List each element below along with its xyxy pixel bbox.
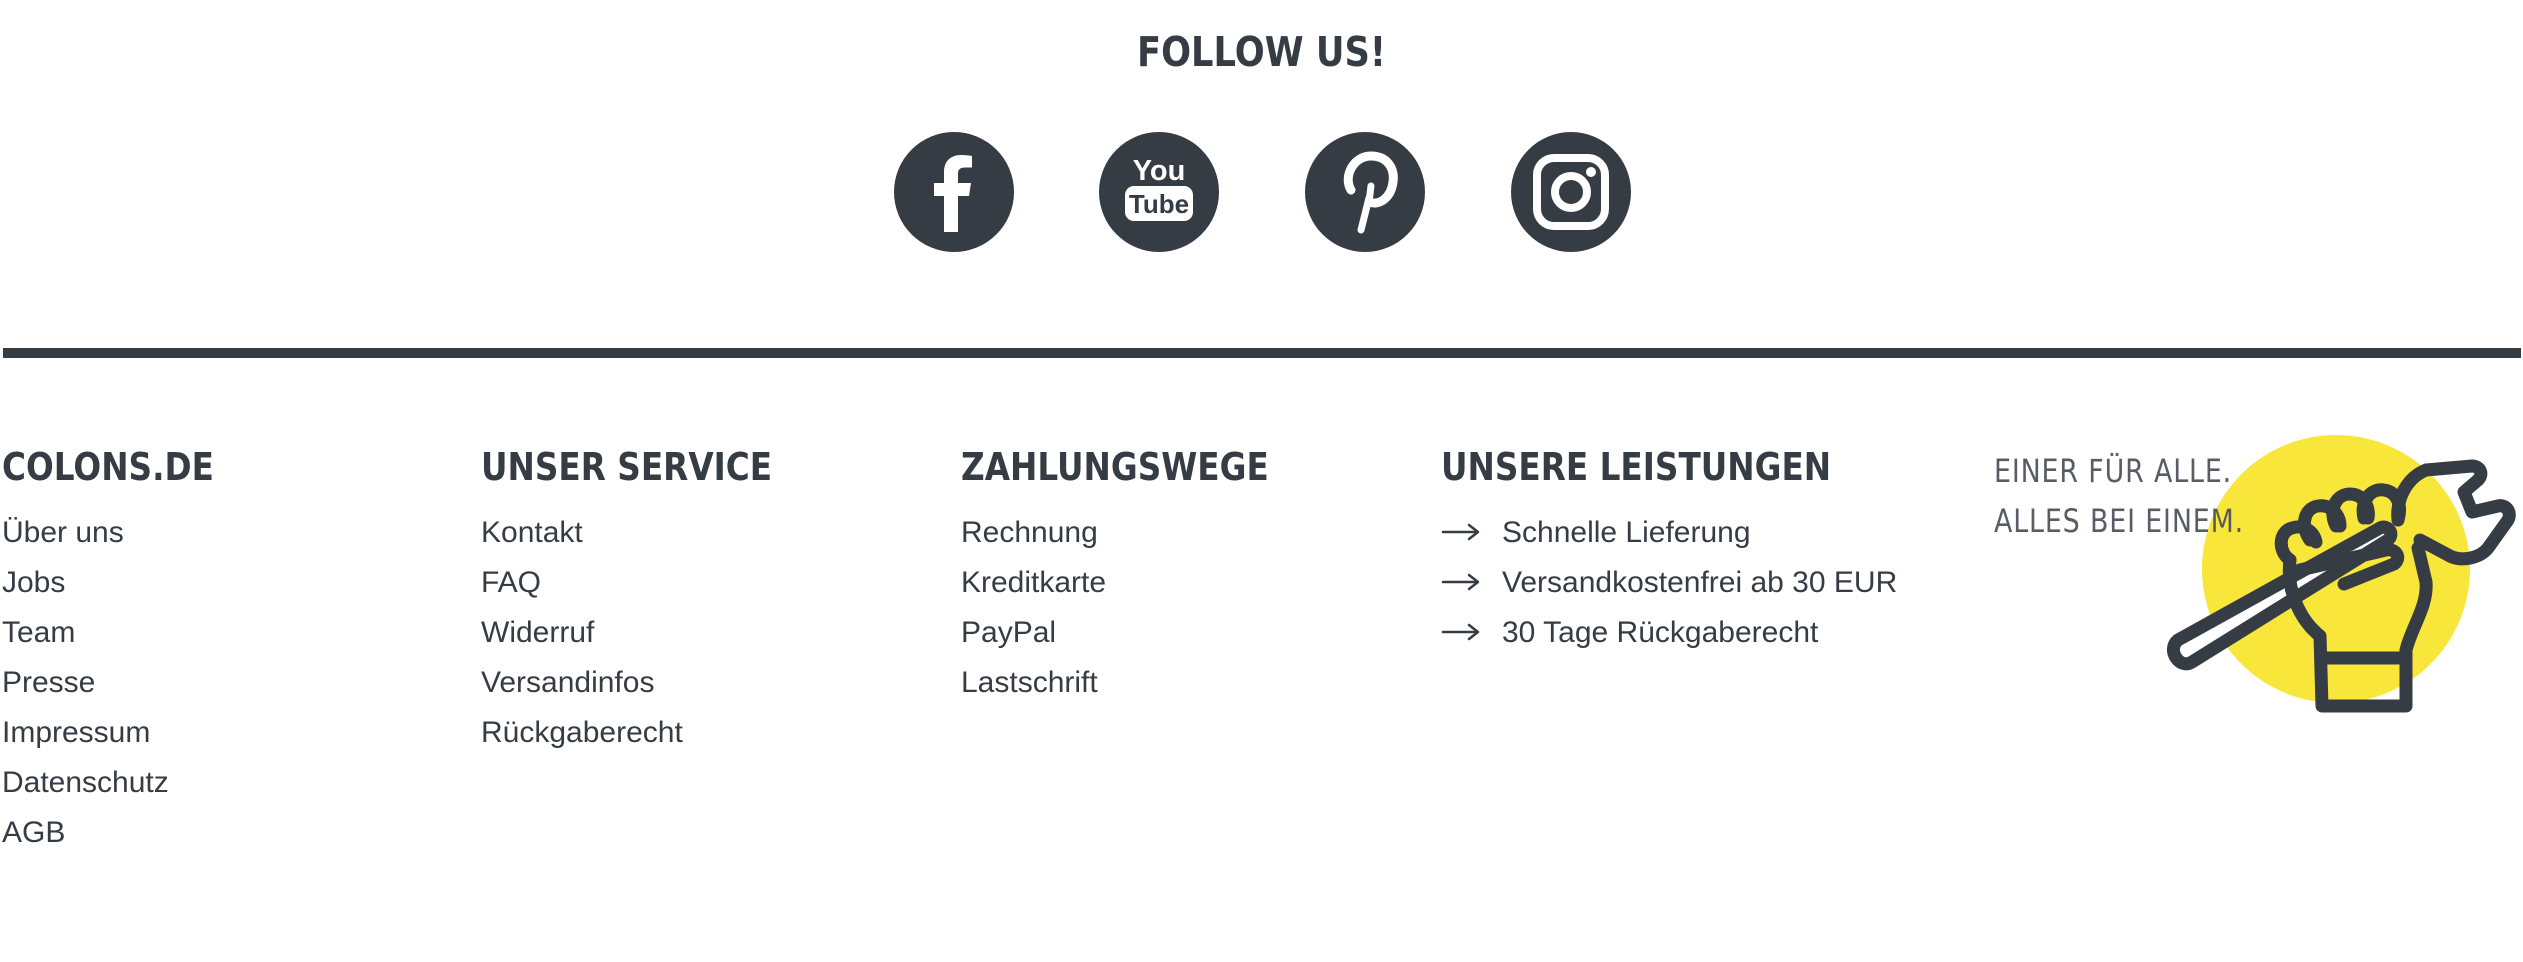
benefit-item: Schnelle Lieferung: [1441, 508, 1897, 558]
footer-link-impressum[interactable]: Impressum: [2, 708, 248, 758]
youtube-logo-you: You: [1133, 155, 1186, 187]
benefit-text: 30 Tage Rückgaberecht: [1502, 616, 1819, 649]
pinterest-link[interactable]: [1305, 132, 1425, 252]
instagram-link[interactable]: [1511, 132, 1631, 252]
footer-link-agb[interactable]: AGB: [2, 808, 248, 858]
arrow-right-icon: [1441, 622, 1481, 642]
benefit-item: 30 Tage Rückgaberecht: [1441, 608, 1897, 658]
footer-link-rueckgaberecht[interactable]: Rückgaberecht: [481, 708, 819, 758]
footer-link-widerruf[interactable]: Widerruf: [481, 608, 819, 658]
footer-link-paypal[interactable]: PayPal: [961, 608, 1319, 658]
footer-link-ueber-uns[interactable]: Über uns: [2, 508, 248, 558]
footer-link-rechnung[interactable]: Rechnung: [961, 508, 1319, 558]
youtube-link[interactable]: You Tube: [1099, 132, 1219, 252]
instagram-icon: [1533, 154, 1609, 230]
follow-us-title: FOLLOW US!: [1137, 28, 1386, 76]
footer-link-jobs[interactable]: Jobs: [2, 558, 248, 608]
facebook-icon: [934, 155, 972, 232]
benefit-text: Versandkostenfrei ab 30 EUR: [1502, 566, 1898, 599]
youtube-logo-tube: Tube: [1129, 189, 1189, 219]
slogan-line-1: EINER FÜR ALLE.: [1994, 452, 2233, 490]
footer-column-service: UNSER SERVICE Kontakt FAQ Widerruf Versa…: [481, 444, 819, 758]
footer-link-team[interactable]: Team: [2, 608, 248, 658]
arrow-right-icon: [1441, 522, 1481, 542]
arrow-right-icon: [1441, 572, 1481, 592]
footer-link-lastschrift[interactable]: Lastschrift: [961, 658, 1319, 708]
footer-column-benefits: UNSERE LEISTUNGEN Schnelle Lieferung Ver…: [1441, 444, 1897, 658]
footer-column-payment: ZAHLUNGSWEGE Rechnung Kreditkarte PayPal…: [961, 444, 1319, 708]
slogan-line-2: ALLES BEI EINEM.: [1994, 502, 2245, 540]
footer-link-kontakt[interactable]: Kontakt: [481, 508, 819, 558]
footer-column-colons: COLONS.DE Über uns Jobs Team Presse Impr…: [2, 444, 248, 858]
benefit-text: Schnelle Lieferung: [1502, 516, 1751, 549]
footer-link-kreditkarte[interactable]: Kreditkarte: [961, 558, 1319, 608]
column-heading: COLONS.DE: [2, 445, 214, 489]
footer-divider: [3, 348, 2521, 358]
slogan: EINER FÜR ALLE. ALLES BEI EINEM.: [1994, 446, 2244, 546]
facebook-link[interactable]: [894, 132, 1014, 252]
youtube-icon: You Tube: [1125, 155, 1193, 221]
pinterest-icon: [1343, 151, 1398, 234]
footer-link-faq[interactable]: FAQ: [481, 558, 819, 608]
column-heading: UNSERE LEISTUNGEN: [1441, 445, 1832, 489]
footer-link-versandinfos[interactable]: Versandinfos: [481, 658, 819, 708]
footer-link-datenschutz[interactable]: Datenschutz: [2, 758, 248, 808]
benefit-item: Versandkostenfrei ab 30 EUR: [1441, 558, 1897, 608]
column-heading: UNSER SERVICE: [481, 445, 773, 489]
column-heading: ZAHLUNGSWEGE: [961, 445, 1269, 489]
footer-link-presse[interactable]: Presse: [2, 658, 248, 708]
